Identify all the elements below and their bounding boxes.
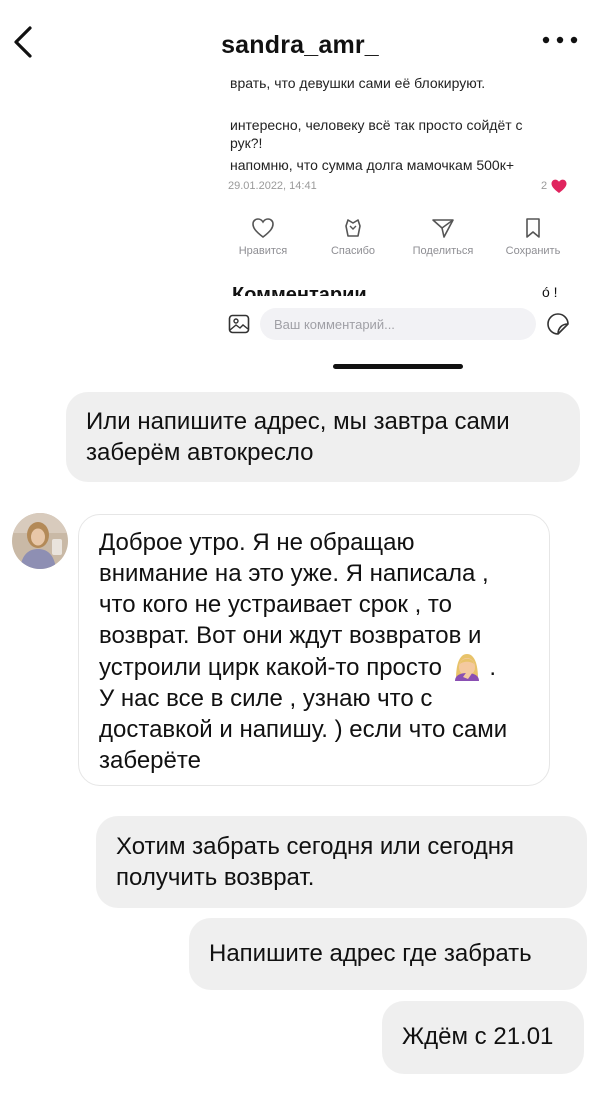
bookmark-icon — [526, 218, 540, 238]
action-label: Спасибо — [330, 245, 376, 257]
image-icon[interactable] — [228, 314, 250, 334]
message-line: возврат. Вот они ждут возвратов и — [99, 622, 482, 649]
chat-header: sandra_amr_ — [0, 0, 600, 78]
post-date: 29.01.2022, 14:41 — [228, 180, 317, 192]
message-text: устроили цирк какой-то просто — [99, 654, 442, 681]
message-line: Или напишите адрес, мы завтра сами — [86, 408, 510, 435]
chat-title[interactable]: sandra_amr_ — [0, 31, 600, 60]
message-line: устроили цирк какой-то просто . — [99, 651, 549, 683]
face-palm-emoji — [454, 654, 479, 681]
message-line: Хотим забрать сегодня или сегодня — [116, 833, 515, 860]
share-action[interactable]: Поделиться — [400, 217, 486, 257]
action-label: Сохранить — [505, 245, 561, 257]
message-line: заберёте — [99, 747, 201, 774]
message-bubble-outgoing[interactable]: Ждём с 21.01 — [382, 1001, 584, 1074]
comments-count: ó ! — [542, 284, 558, 300]
message-line: получить возврат. — [116, 864, 315, 891]
message-line: У нас все в силе , узнаю что с — [99, 685, 433, 712]
message-bubble-outgoing[interactable]: Напишите адрес где забрать — [189, 918, 587, 990]
message-line: заберём автокресло — [86, 439, 314, 466]
send-icon — [432, 219, 454, 238]
action-label: Поделиться — [412, 245, 474, 257]
comment-composer — [220, 304, 580, 344]
message-line: внимание на это уже. Я написала , — [99, 560, 489, 587]
save-action[interactable]: Сохранить — [490, 217, 576, 257]
avatar[interactable] — [12, 513, 68, 569]
message-line: Ждём с 21.01 — [402, 1023, 554, 1050]
message-bubble-outgoing[interactable]: Хотим забрать сегодня или сегодня получи… — [96, 816, 587, 908]
post-text-line: интересно, человеку всё так просто сойдё… — [230, 117, 523, 133]
home-indicator — [333, 364, 463, 369]
message-line: доставкой и напишу. ) если что сами — [99, 716, 508, 743]
gift-icon — [345, 219, 361, 237]
more-horizontal-icon[interactable] — [542, 34, 578, 46]
comment-input[interactable] — [260, 308, 536, 340]
like-action[interactable]: Нравится — [220, 217, 306, 257]
like-count: 2 — [541, 180, 548, 192]
post-text-line: врать, что девушки сами её блокируют. — [230, 75, 486, 91]
heart-filled-icon — [551, 179, 567, 193]
message-line: что кого не устраивает срок , то — [99, 591, 453, 618]
action-label: Нравится — [238, 245, 288, 257]
thanks-action[interactable]: Спасибо — [310, 217, 396, 257]
message-bubble-outgoing[interactable]: Или напишите адрес, мы завтра сами забер… — [66, 392, 580, 482]
embedded-post-screenshot: врать, что девушки сами её блокируют. ин… — [220, 72, 580, 382]
heart-outline-icon — [252, 218, 274, 239]
avatar-photo — [12, 513, 68, 569]
comments-heading: Комментарии — [232, 284, 367, 296]
message-line: Напишите адрес где забрать — [209, 940, 532, 967]
message-bubble-incoming[interactable]: Доброе утро. Я не обращаю внимание на эт… — [78, 514, 550, 786]
post-text-line: напомню, что сумма долга мамочкам 500к+ — [230, 157, 515, 173]
sticker-icon[interactable] — [546, 312, 570, 336]
message-line: Доброе утро. Я не обращаю — [99, 529, 415, 556]
post-text-line: рук?! — [230, 135, 263, 151]
message-text: . — [489, 654, 496, 681]
